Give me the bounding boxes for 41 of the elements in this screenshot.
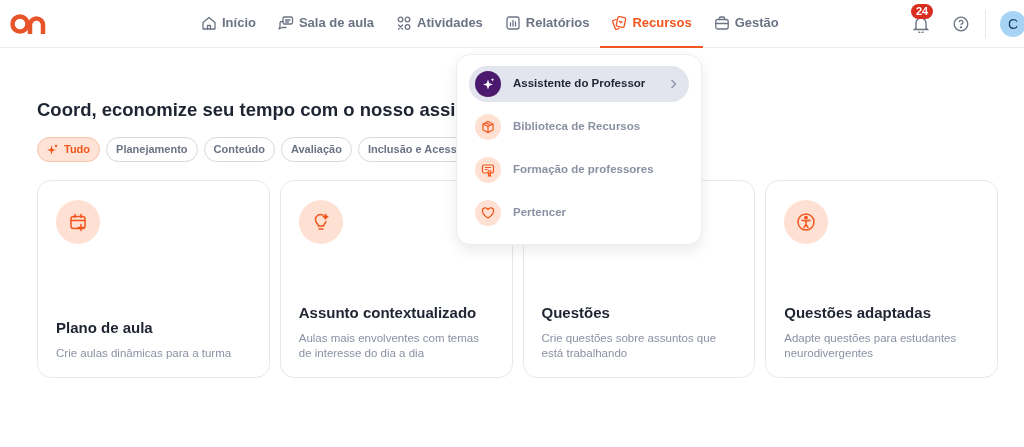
tool-card[interactable]: Assunto contextualizado Aulas mais envolventes com temas de interesse do dia a dia: [279, 180, 513, 378]
tool-card[interactable]: Questões adaptadas Adapte questões para estudantes neurodivergentes: [765, 180, 998, 378]
card-description: Adapte questões para estudantes neurodivergentes: [784, 331, 958, 361]
nav-tab[interactable]: Início: [190, 0, 267, 48]
nav-tab[interactable]: Recursos: [600, 0, 703, 48]
card-title: Questões adaptadas: [784, 303, 932, 323]
notification-badge: 24: [911, 4, 934, 19]
filter-chip[interactable]: Avaliação: [280, 137, 352, 162]
card-title: Assunto contextualizado: [298, 303, 478, 323]
shapes-icon: [396, 15, 413, 31]
filter-chip[interactable]: Planejamento: [106, 137, 198, 162]
card-description: Aulas mais envolventes com temas de interesse do dia a dia: [298, 331, 480, 361]
card-description: Crie aulas dinâmicas para a turma: [56, 346, 233, 361]
sparkle-icon: [47, 144, 58, 155]
chat-icon: [277, 15, 294, 31]
box-icon: [475, 114, 501, 140]
briefcase-icon: [713, 15, 730, 31]
avatar[interactable]: C: [1000, 11, 1024, 37]
chevron-right-icon: [670, 79, 677, 89]
page-heading: Coord, economize seu tempo com o nosso assi: [37, 98, 457, 122]
nav-tab[interactable]: Atividades: [385, 0, 494, 48]
calendar-icon: [56, 200, 100, 244]
nav-tab[interactable]: Relatórios: [493, 0, 601, 48]
card-title: Questões: [541, 303, 611, 323]
nav-tab[interactable]: Gestão: [702, 0, 790, 48]
accessibility-icon: [784, 200, 829, 244]
chart-icon: [504, 15, 521, 31]
card-title: Plano de aula: [56, 318, 154, 338]
nav-tab[interactable]: Sala de aula: [266, 0, 386, 48]
sparkle-icon: [475, 71, 501, 97]
home-icon: [201, 15, 217, 31]
menu-item[interactable]: Assistente do Professor: [469, 66, 689, 102]
tool-card[interactable]: Plano de aula Crie aulas dinâmicas para a turma: [37, 180, 270, 378]
cards-icon: [611, 15, 628, 31]
card-description: Crie questões sobre assuntos que está trabalhando: [541, 331, 718, 361]
logo[interactable]: [10, 13, 46, 35]
certificate-icon: [475, 157, 501, 183]
help-icon[interactable]: [953, 16, 969, 32]
bulb-icon: [298, 200, 343, 244]
filter-chip[interactable]: Conteúdo: [203, 137, 275, 162]
filter-chip[interactable]: Tudo: [37, 137, 101, 162]
